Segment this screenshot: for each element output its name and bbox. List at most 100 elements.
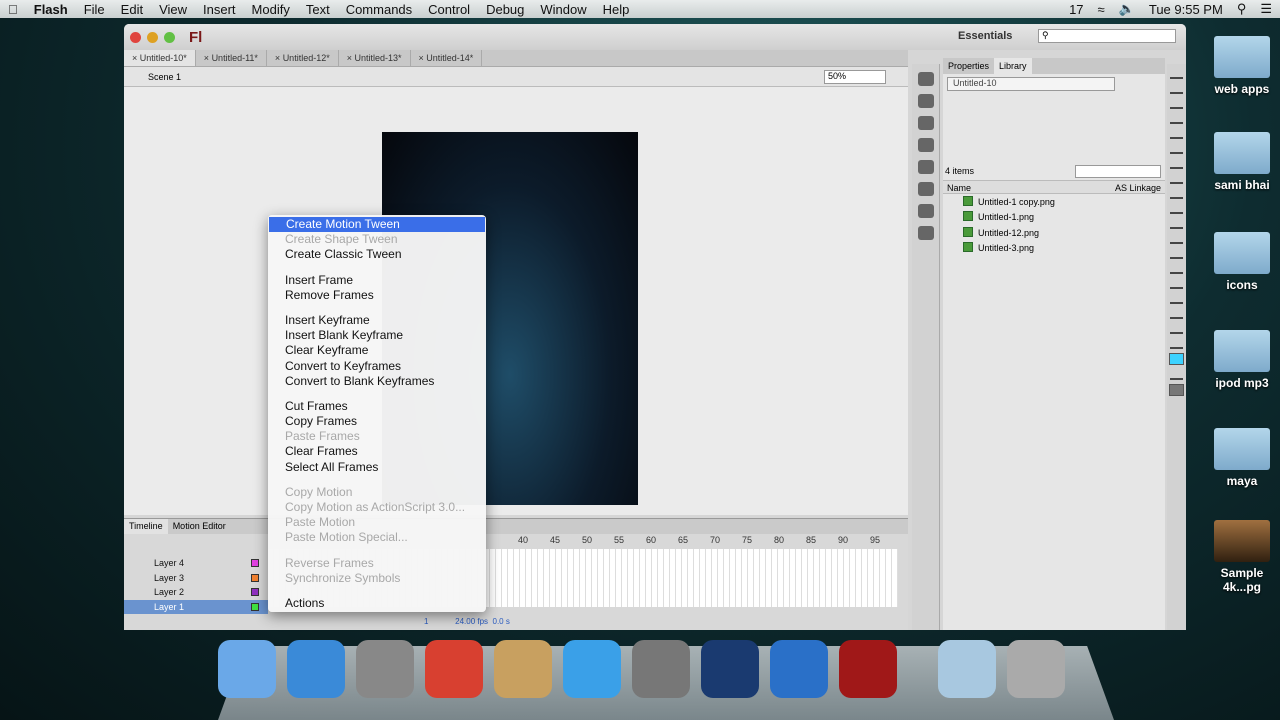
eyedropper-tool-icon[interactable] xyxy=(1170,278,1183,289)
document-tab[interactable]: × Untitled-13* xyxy=(339,50,411,66)
layer-row[interactable]: Layer 2 xyxy=(124,585,268,599)
selection-tool-icon[interactable] xyxy=(1170,68,1183,79)
color-icon[interactable] xyxy=(917,72,934,86)
menu-app[interactable]: Flash xyxy=(26,2,76,17)
dock-downloads-icon[interactable] xyxy=(938,640,996,698)
menu-view[interactable]: View xyxy=(151,2,195,17)
tab-properties[interactable]: Properties xyxy=(943,58,994,74)
menu-item-insert-blank-keyframe[interactable]: Insert Blank Keyframe xyxy=(268,328,486,343)
menu-debug[interactable]: Debug xyxy=(478,2,532,17)
document-tab[interactable]: × Untitled-10* xyxy=(124,50,196,66)
menu-item-remove-frames[interactable]: Remove Frames xyxy=(268,288,486,303)
document-tab[interactable]: × Untitled-11* xyxy=(196,50,267,66)
layer-outline-color[interactable] xyxy=(251,588,259,596)
menu-item-copy-frames[interactable]: Copy Frames xyxy=(268,414,486,429)
dock-photoshop-icon[interactable] xyxy=(701,640,759,698)
subselection-tool-icon[interactable] xyxy=(1170,83,1183,94)
minimize-button[interactable] xyxy=(147,31,158,43)
menu-item-insert-keyframe[interactable]: Insert Keyframe xyxy=(268,313,486,328)
tab-library[interactable]: Library xyxy=(994,58,1032,74)
apple-icon[interactable]:  xyxy=(0,2,26,17)
pen-tool-icon[interactable] xyxy=(1170,143,1183,154)
components-icon[interactable] xyxy=(917,204,934,218)
fill-bucket-icon[interactable] xyxy=(1170,369,1183,380)
library-item[interactable]: Untitled-3.png xyxy=(963,241,1034,256)
library-column-header[interactable]: Name AS Linkage xyxy=(943,180,1165,194)
menu-item-clear-keyframe[interactable]: Clear Keyframe xyxy=(268,343,486,358)
dock-trash-icon[interactable] xyxy=(1007,640,1065,698)
zoom-button[interactable] xyxy=(164,31,175,43)
info-icon[interactable] xyxy=(917,138,934,152)
lasso-tool-icon[interactable] xyxy=(1170,128,1183,139)
desktop-folder[interactable]: sami bhai xyxy=(1210,132,1274,192)
menu-control[interactable]: Control xyxy=(420,2,478,17)
stroke-color-icon[interactable] xyxy=(1170,338,1183,349)
rectangle-tool-icon[interactable] xyxy=(1170,188,1183,199)
menu-item-convert-to-keyframes[interactable]: Convert to Keyframes xyxy=(268,359,486,374)
motion-presets-icon[interactable] xyxy=(917,226,934,240)
line-tool-icon[interactable] xyxy=(1170,173,1183,184)
layer-outline-color[interactable] xyxy=(251,602,259,611)
menu-help[interactable]: Help xyxy=(595,2,638,17)
menu-item-clear-frames[interactable]: Clear Frames xyxy=(268,444,486,459)
layer-row[interactable]: Layer 4 xyxy=(124,556,268,570)
library-document-select[interactable]: Untitled-10 xyxy=(947,77,1115,91)
workspace-switcher[interactable]: Essentials xyxy=(958,30,1012,42)
tab-motion-editor[interactable]: Motion Editor xyxy=(168,519,231,534)
menu-commands[interactable]: Commands xyxy=(338,2,420,17)
transform-icon[interactable] xyxy=(917,160,934,174)
menu-modify[interactable]: Modify xyxy=(244,2,298,17)
layer-outline-color[interactable] xyxy=(251,559,259,567)
desktop-folder[interactable]: maya xyxy=(1210,428,1274,488)
document-tab[interactable]: × Untitled-12* xyxy=(267,50,339,66)
adobe-status[interactable]: 17 xyxy=(1069,2,1083,17)
code-snippets-icon[interactable] xyxy=(917,182,934,196)
align-icon[interactable] xyxy=(917,116,934,130)
bone-tool-icon[interactable] xyxy=(1170,248,1183,259)
close-button[interactable] xyxy=(130,31,141,43)
library-search-input[interactable] xyxy=(1075,165,1161,178)
stage[interactable] xyxy=(124,87,908,515)
clock[interactable]: Tue 9:55 PM xyxy=(1149,2,1223,17)
tab-timeline[interactable]: Timeline xyxy=(124,519,168,534)
zoom-select[interactable]: 50% xyxy=(824,70,886,84)
3d-rotation-tool-icon[interactable] xyxy=(1170,113,1183,124)
desktop-folder[interactable]: icons xyxy=(1210,232,1274,292)
spotlight-icon[interactable]: ⚲ xyxy=(1237,1,1247,17)
scene-label[interactable]: Scene 1 xyxy=(148,72,181,82)
notification-icon[interactable]: ☰ xyxy=(1260,1,1272,17)
text-tool-icon[interactable] xyxy=(1170,158,1183,169)
library-item[interactable]: Untitled-12.png xyxy=(963,226,1039,241)
desktop-folder[interactable]: Sample 4k...pg xyxy=(1210,520,1274,594)
menu-item-insert-frame[interactable]: Insert Frame xyxy=(268,273,486,288)
menu-window[interactable]: Window xyxy=(532,2,594,17)
library-item[interactable]: Untitled-1 copy.png xyxy=(963,195,1055,210)
menu-text[interactable]: Text xyxy=(298,2,338,17)
free-transform-tool-icon[interactable] xyxy=(1170,98,1183,109)
dock-system-preferences-icon[interactable] xyxy=(632,640,690,698)
dock-quicktime-icon[interactable] xyxy=(770,640,828,698)
deco-tool-icon[interactable] xyxy=(1170,233,1183,244)
library-item[interactable]: Untitled-1.png xyxy=(963,210,1034,225)
dock-launchpad-icon[interactable] xyxy=(356,640,414,698)
menu-item-create-motion-tween[interactable]: Create Motion Tween xyxy=(269,217,485,233)
fill-color-swatch[interactable] xyxy=(1169,384,1184,396)
desktop-folder[interactable]: ipod mp3 xyxy=(1210,330,1274,390)
dock-safari-icon[interactable] xyxy=(287,640,345,698)
menu-file[interactable]: File xyxy=(76,2,113,17)
menu-item-cut-frames[interactable]: Cut Frames xyxy=(268,399,486,414)
hand-tool-icon[interactable] xyxy=(1170,308,1183,319)
stroke-color-swatch[interactable] xyxy=(1169,353,1184,365)
menu-insert[interactable]: Insert xyxy=(195,2,244,17)
desktop-folder[interactable]: web apps xyxy=(1210,36,1274,96)
dock-finder-icon[interactable] xyxy=(218,640,276,698)
layer-outline-color[interactable] xyxy=(251,573,259,582)
dock-preview-icon[interactable] xyxy=(494,640,552,698)
menu-item-create-classic-tween[interactable]: Create Classic Tween xyxy=(268,247,486,262)
menu-edit[interactable]: Edit xyxy=(113,2,151,17)
layer-row[interactable]: Layer 1 xyxy=(124,599,268,614)
help-search-input[interactable]: ⚲ xyxy=(1038,29,1176,43)
menu-item-convert-to-blank-keyframes[interactable]: Convert to Blank Keyframes xyxy=(268,374,486,389)
swatches-icon[interactable] xyxy=(917,94,934,108)
wifi-icon[interactable]: ≈ xyxy=(1098,2,1105,17)
